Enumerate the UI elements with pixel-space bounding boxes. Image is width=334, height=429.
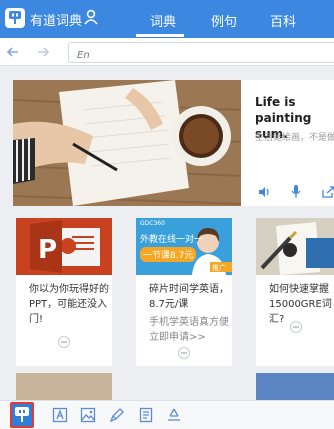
image-translate-icon[interactable]	[80, 407, 96, 427]
notebook-icon[interactable]	[138, 407, 154, 427]
article-card-english[interactable]: GDC360 外教在线一对一 一节课8.7元 推广 碎片时间学英语，8.7元/课…	[136, 218, 232, 366]
tab-examples[interactable]: 例句	[211, 11, 237, 30]
arrow-right-icon[interactable]	[36, 44, 50, 63]
hero-image	[13, 80, 242, 206]
ad-tag: 推广	[212, 264, 226, 272]
search-input[interactable]	[69, 46, 334, 65]
e-logo-icon	[178, 347, 190, 359]
ad-banner: GDC360 外教在线一对一 一节课8.7元 推广	[136, 218, 232, 275]
tab-dictionary[interactable]: 词典	[150, 11, 176, 30]
recycle-icon[interactable]	[166, 407, 182, 427]
featured-sentence-card[interactable]: Life is painting sum. 生活是绘画，不是做	[13, 80, 334, 206]
preview-image	[256, 373, 334, 403]
bottom-toolbar	[0, 400, 334, 429]
top-bar: 有道词典 词典 例句 百科	[0, 0, 334, 38]
volume-icon[interactable]	[258, 183, 270, 202]
article-card-ppt[interactable]: P 你以为你玩得好的PPT，可能还没入门!	[16, 218, 112, 366]
e-logo-icon	[58, 336, 70, 348]
e-logo-icon	[290, 321, 302, 333]
ad-line1: 外教在线一对一	[140, 235, 204, 245]
svg-text:P: P	[38, 235, 57, 265]
gre-book-image	[256, 218, 334, 275]
youdao-logo-icon[interactable]	[10, 402, 34, 428]
navigation-bar	[0, 38, 334, 66]
app-title: 有道词典	[30, 14, 83, 29]
tab-encyclopedia[interactable]: 百科	[270, 11, 296, 30]
pen-icon[interactable]	[109, 407, 125, 427]
ad-header: GDC360	[140, 220, 165, 227]
card-subtitle: 手机学英语真方便立即申请>>	[149, 317, 229, 343]
user-icon[interactable]	[84, 9, 98, 29]
microphone-icon[interactable]	[291, 183, 301, 202]
ad-price: 一节课8.7元	[140, 247, 197, 262]
translate-a-icon[interactable]	[52, 407, 68, 427]
preview-image	[16, 373, 112, 403]
card-title: 如何快速掌握15000GRE词汇?	[269, 284, 332, 325]
active-tab-indicator	[136, 34, 184, 37]
powerpoint-logo-image: P	[16, 218, 112, 275]
card-preview[interactable]	[256, 373, 334, 403]
card-title: 你以为你玩得好的PPT，可能还没入门!	[29, 284, 109, 325]
share-icon[interactable]	[322, 183, 334, 202]
search-field[interactable]	[68, 42, 334, 65]
arrow-left-icon[interactable]	[6, 44, 20, 63]
hero-subtitle: 生活是绘画，不是做	[255, 133, 334, 143]
youdao-logo-icon[interactable]	[5, 8, 25, 28]
article-card-gre[interactable]: 如何快速掌握15000GRE词汇?	[256, 218, 334, 366]
card-preview[interactable]	[16, 373, 112, 403]
card-title: 碎片时间学英语，8.7元/课	[149, 284, 229, 310]
